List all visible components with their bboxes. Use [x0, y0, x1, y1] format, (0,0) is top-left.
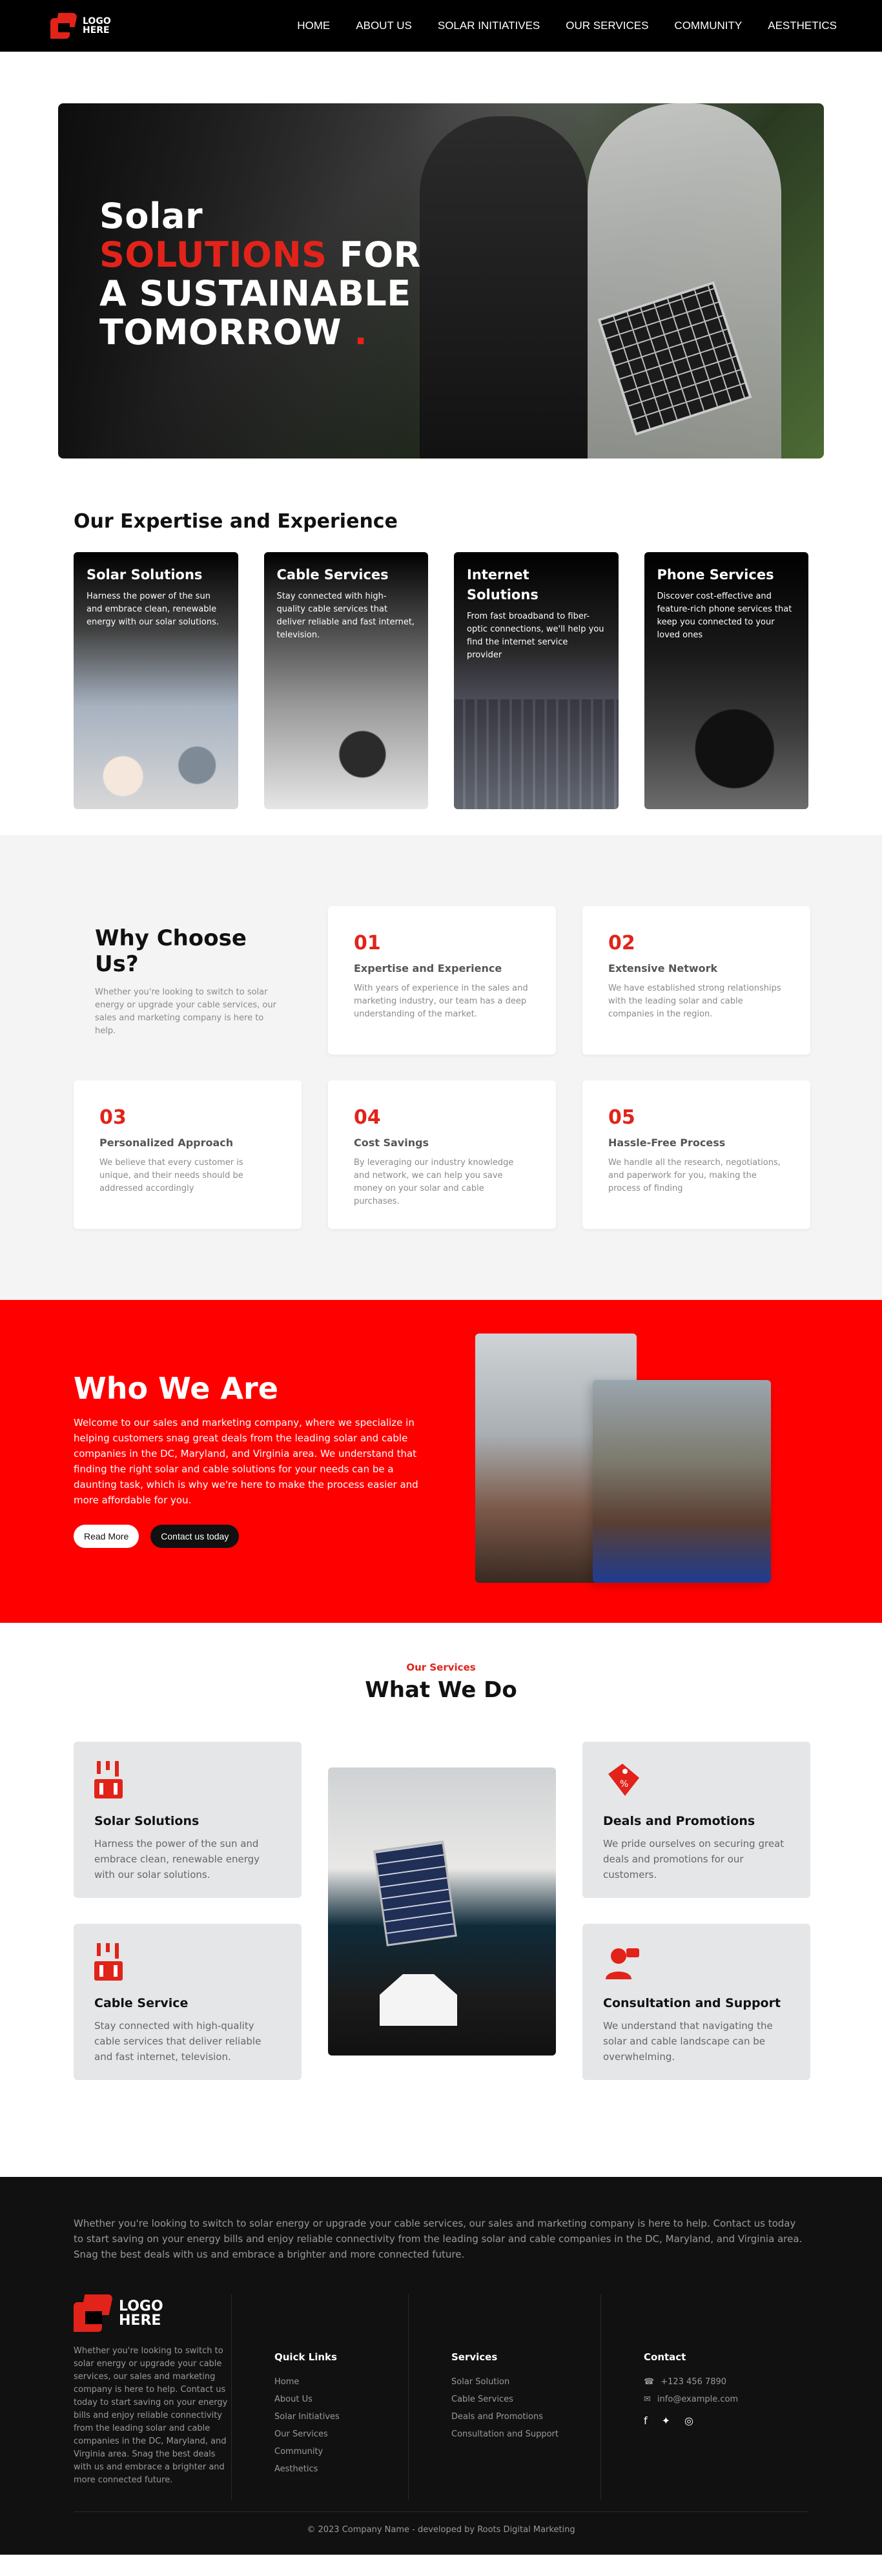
- footer-service-cable[interactable]: Cable Services: [451, 2395, 600, 2404]
- twitter-icon[interactable]: ✦: [662, 2415, 670, 2427]
- nav-link-about[interactable]: ABOUT US: [356, 19, 412, 32]
- footer-quick-links: Quick Links Home About Us Solar Initiati…: [249, 2294, 409, 2500]
- team-photo-2: [593, 1380, 771, 1583]
- service-card-deals: % Deals and Promotions We pride ourselve…: [582, 1742, 810, 1898]
- read-more-button[interactable]: Read More: [74, 1525, 139, 1548]
- nav-link-community[interactable]: COMMUNITY: [674, 19, 742, 32]
- logo[interactable]: LOGO HERE: [50, 13, 111, 39]
- service-card-consultation: Consultation and Support We understand t…: [582, 1924, 810, 2080]
- nav-link-aesthetics[interactable]: AESTHETICS: [768, 19, 837, 32]
- why-card: 03 Personalized Approach We believe that…: [74, 1080, 302, 1229]
- nav-links: HOME ABOUT US SOLAR INITIATIVES OUR SERV…: [297, 19, 837, 32]
- cable-tools-icon: [94, 1943, 123, 1981]
- who-text: Welcome to our sales and marketing compa…: [74, 1417, 418, 1506]
- phone-icon: ☎: [644, 2377, 655, 2387]
- footer-about-text: Whether you're looking to switch to sola…: [74, 2346, 228, 2485]
- expertise-cards: Solar Solutions Harness the power of the…: [74, 552, 808, 809]
- card-image: [644, 699, 808, 809]
- social-links: f ✦ ◎: [644, 2415, 779, 2427]
- footer-services: Services Solar Solution Cable Services D…: [426, 2294, 601, 2500]
- footer-link-community[interactable]: Community: [274, 2447, 408, 2457]
- who-we-are-section: Who We Are Welcome to our sales and mark…: [0, 1300, 882, 1623]
- card-image: [74, 699, 238, 809]
- logo-line2: HERE: [83, 25, 110, 36]
- nav-link-solar-initiatives[interactable]: SOLAR INITIATIVES: [438, 19, 540, 32]
- nav-link-our-services[interactable]: OUR SERVICES: [566, 19, 648, 32]
- hero-banner: Solar SOLUTIONS FOR A SUSTAINABLE TOMORR…: [58, 103, 824, 459]
- footer-link-about[interactable]: About Us: [274, 2395, 408, 2404]
- contact-us-button[interactable]: Contact us today: [150, 1525, 240, 1548]
- services-section: Our Services What We Do Solar Solutions …: [0, 1623, 882, 2177]
- footer: Whether you're looking to switch to sola…: [0, 2177, 882, 2555]
- logo-mark-icon: [74, 2294, 114, 2333]
- footer-link-services[interactable]: Our Services: [274, 2429, 408, 2439]
- discount-tag-icon: %: [608, 1764, 639, 1796]
- why-card: 04 Cost Savings By leveraging our indust…: [328, 1080, 556, 1229]
- logo-mark-icon: [50, 13, 78, 39]
- why-card: 02 Extensive Network We have established…: [582, 906, 810, 1055]
- copyright: © 2023 Company Name - developed by Roots…: [74, 2511, 808, 2535]
- hero-person-suit: [420, 116, 588, 459]
- services-image: [328, 1767, 556, 2056]
- instagram-icon[interactable]: ◎: [684, 2415, 693, 2427]
- facebook-icon[interactable]: f: [644, 2415, 648, 2427]
- contact-email[interactable]: info@example.com: [657, 2395, 738, 2404]
- top-navbar: LOGO HERE HOME ABOUT US SOLAR INITIATIVE…: [0, 0, 882, 52]
- services-title: What We Do: [365, 1677, 517, 1703]
- expertise-card-cable[interactable]: Cable Services Stay connected with high-…: [263, 552, 428, 809]
- footer-service-consultation[interactable]: Consultation and Support: [451, 2429, 600, 2439]
- footer-service-deals[interactable]: Deals and Promotions: [451, 2412, 600, 2422]
- footer-about: LOGO HERE Whether you're looking to swit…: [74, 2294, 232, 2500]
- email-icon: ✉: [644, 2395, 651, 2404]
- card-image: [263, 699, 428, 809]
- footer-logo[interactable]: LOGO HERE: [74, 2294, 231, 2333]
- why-card: 01 Expertise and Experience With years o…: [328, 906, 556, 1055]
- why-card: 05 Hassle-Free Process We handle all the…: [582, 1080, 810, 1229]
- footer-link-aesthetics[interactable]: Aesthetics: [274, 2464, 408, 2474]
- why-intro-text: Whether you're looking to switch to sola…: [95, 987, 276, 1036]
- logo-line1: LOGO: [83, 16, 111, 26]
- nav-link-home[interactable]: HOME: [297, 19, 330, 32]
- footer-link-home[interactable]: Home: [274, 2377, 408, 2387]
- svg-text:%: %: [620, 1779, 628, 1789]
- why-title: Why Choose Us?: [95, 925, 247, 977]
- service-card-cable: Cable Service Stay connected with high-q…: [74, 1924, 302, 2080]
- service-card-solar: Solar Solutions Harness the power of the…: [74, 1742, 302, 1898]
- expertise-card-phone[interactable]: Phone Services Discover cost-effective a…: [644, 552, 808, 809]
- services-kicker: Our Services: [406, 1662, 476, 1673]
- expertise-title: Our Expertise and Experience: [74, 510, 398, 533]
- hero-section: Solar SOLUTIONS FOR A SUSTAINABLE TOMORR…: [0, 52, 882, 459]
- footer-service-solar[interactable]: Solar Solution: [451, 2377, 600, 2387]
- footer-contact: Contact ☎ +123 456 7890 ✉ info@example.c…: [618, 2294, 779, 2500]
- expertise-card-internet[interactable]: Internet Solutions From fast broadband t…: [454, 552, 619, 809]
- why-intro: Why Choose Us? Whether you're looking to…: [74, 906, 302, 1055]
- hero-title: Solar SOLUTIONS FOR A SUSTAINABLE TOMORR…: [99, 196, 421, 353]
- card-image: [454, 699, 619, 809]
- contact-phone[interactable]: +123 456 7890: [661, 2377, 726, 2387]
- why-choose-section: Why Choose Us? Whether you're looking to…: [0, 835, 882, 1300]
- expertise-card-solar[interactable]: Solar Solutions Harness the power of the…: [74, 552, 238, 809]
- footer-link-solar[interactable]: Solar Initiatives: [274, 2412, 408, 2422]
- solar-tools-icon: [94, 1761, 123, 1798]
- support-agent-icon: [606, 1948, 639, 1979]
- expertise-section: Our Expertise and Experience Solar Solut…: [0, 459, 882, 835]
- footer-top-text: Whether you're looking to switch to sola…: [74, 2218, 803, 2260]
